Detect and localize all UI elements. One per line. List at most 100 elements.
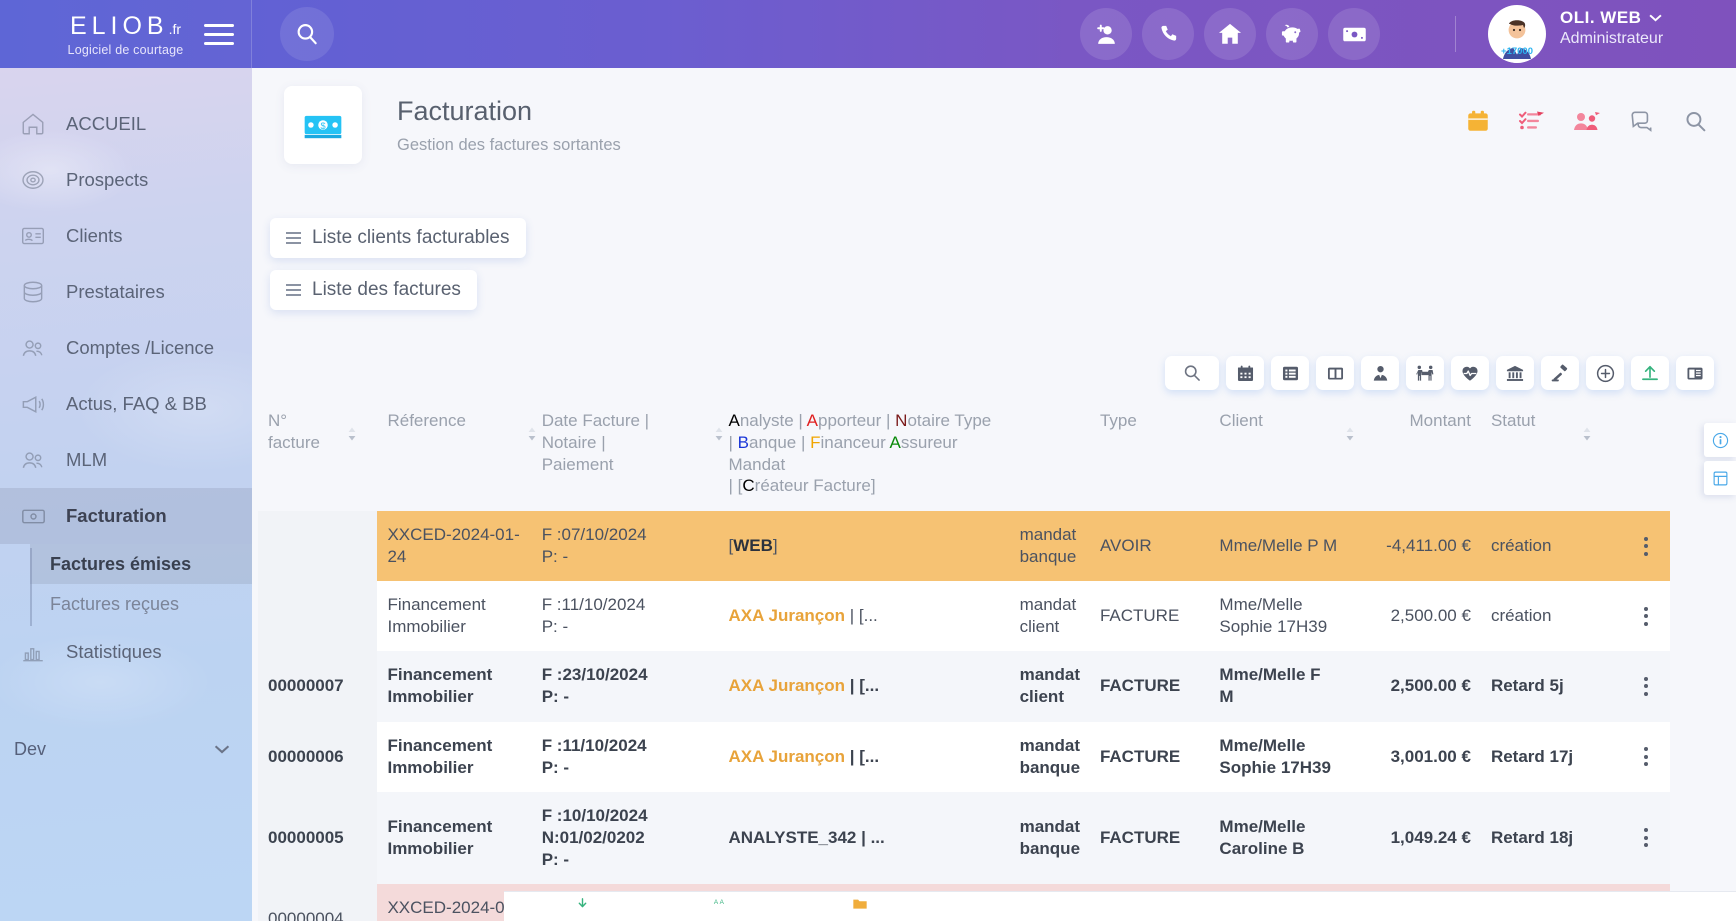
add-circle-icon[interactable] xyxy=(1586,356,1624,390)
cell-mandat: mandatbanque xyxy=(1019,735,1081,777)
svg-text:$: $ xyxy=(320,121,325,131)
search-icon[interactable] xyxy=(280,7,334,61)
sidebar-item-prestataires[interactable]: Prestataires xyxy=(0,264,252,320)
columns-view-icon[interactable] xyxy=(1316,356,1354,390)
table-row[interactable]: 00000007 Financement Immobilier F :23/10/2… xyxy=(258,651,1670,722)
table-row[interactable]: 00000006 Financement Immobilier F :11/10/2… xyxy=(258,721,1670,792)
sidebar-item-label: Actus, FAQ & BB xyxy=(66,393,207,414)
kebab-menu-icon[interactable] xyxy=(1632,828,1660,848)
cell-roles: ANALYSTE_342 | ... xyxy=(728,827,885,847)
cell-roles: AXA Jurançon | [... xyxy=(728,606,878,626)
svg-text:A: A xyxy=(714,898,719,905)
sidebar: ACCUEIL Prospects Clients Prestataires C… xyxy=(0,68,252,921)
sort-icon[interactable] xyxy=(1581,426,1593,442)
sidebar-item-label: MLM xyxy=(66,449,108,470)
kebab-menu-icon[interactable] xyxy=(1632,747,1660,767)
chevron-down-icon xyxy=(214,745,230,753)
agent-icon[interactable] xyxy=(1361,356,1399,390)
sort-icon[interactable] xyxy=(346,426,358,442)
money-bill-icon[interactable] xyxy=(1328,8,1380,60)
sidebar-item-label: Prestataires xyxy=(66,281,165,302)
user-menu[interactable]: OLI. WEB Administrateur xyxy=(1560,8,1663,48)
row-menu-button[interactable] xyxy=(1622,581,1670,651)
sort-icon[interactable] xyxy=(713,426,725,442)
col-header-client[interactable]: Client xyxy=(1209,404,1348,511)
sidebar-item-label: Comptes /Licence xyxy=(66,337,215,358)
sidebar-item-comptes-licence[interactable]: Comptes /Licence xyxy=(0,320,252,376)
sort-icon[interactable] xyxy=(526,426,538,442)
col-header-label: Statut xyxy=(1490,411,1536,430)
checklist-pink-icon[interactable] xyxy=(1518,108,1546,134)
hamburger-menu-icon[interactable] xyxy=(196,0,242,68)
cell-montant: 3,001.00 € xyxy=(1390,746,1471,766)
sidebar-item-statistiques[interactable]: Statistiques xyxy=(0,624,252,680)
list-view-icon[interactable] xyxy=(1271,356,1309,390)
export-card-icon[interactable] xyxy=(1676,356,1714,390)
calendar-icon[interactable] xyxy=(1226,356,1264,390)
download-icon[interactable] xyxy=(574,896,591,918)
search-icon[interactable] xyxy=(1683,109,1708,134)
avatar[interactable]: +17000 xyxy=(1488,5,1546,63)
heart-pulse-icon[interactable] xyxy=(1451,356,1489,390)
sidebar-item-accueil[interactable]: ACCUEIL xyxy=(0,96,252,152)
sidebar-item-clients[interactable]: Clients xyxy=(0,208,252,264)
sidebar-item-mlm[interactable]: MLM xyxy=(0,432,252,488)
col-header-roles[interactable]: Analyste | Apporteur | Notaire Type | Ba… xyxy=(715,404,1010,511)
sidebar-item-prospects[interactable]: Prospects xyxy=(0,152,252,208)
cell-montant: 2,500.00 € xyxy=(1390,676,1471,696)
header-divider xyxy=(1455,16,1456,52)
upload-icon[interactable] xyxy=(1631,356,1669,390)
col-header-label: Client xyxy=(1219,411,1263,430)
gavel-icon[interactable] xyxy=(1541,356,1579,390)
sort-icon[interactable] xyxy=(1344,426,1356,442)
subnav-rail xyxy=(30,548,32,626)
row-menu-button[interactable] xyxy=(1622,651,1670,721)
id-card-icon xyxy=(18,223,48,249)
col-header-statut[interactable]: Statut xyxy=(1481,404,1622,511)
calendar-orange-icon[interactable] xyxy=(1465,108,1491,134)
table-row[interactable]: XXCED-2024-01-24 F :07/10/2024 P: - [WEB] ma… xyxy=(258,511,1670,582)
row-menu-button[interactable] xyxy=(1622,511,1670,581)
table-row[interactable]: 00000005 Financement Immobilier F :10/10/2… xyxy=(258,791,1670,885)
sidebar-subitem-factures-recues[interactable]: Factures reçues xyxy=(30,584,252,624)
row-menu-button[interactable] xyxy=(1622,792,1670,884)
col-header-reference[interactable]: Réference xyxy=(377,404,531,511)
sidebar-item-dev[interactable]: Dev xyxy=(0,725,252,773)
chat-bubbles-icon[interactable] xyxy=(1628,108,1656,134)
sidebar-item-facturation[interactable]: Facturation xyxy=(0,488,252,544)
row-menu-button[interactable] xyxy=(1622,722,1670,792)
invoices-table: N° facture Réference Date Facture | Notair… xyxy=(258,404,1670,921)
col-header-montant[interactable]: Montant xyxy=(1347,404,1481,511)
cell-statut: Retard 17j xyxy=(1490,746,1574,766)
page-subtitle: Gestion des factures sortantes xyxy=(397,136,621,154)
sidebar-subitem-factures-emises[interactable]: Factures émises xyxy=(30,544,252,584)
phone-icon[interactable] xyxy=(1142,8,1194,60)
sort-az-icon[interactable]: AA xyxy=(711,896,731,918)
handshake-people-icon[interactable] xyxy=(1406,356,1444,390)
brand-name-text: ELIOB xyxy=(69,11,169,40)
table-row[interactable]: Financement Immobilier F :11/10/2024 P: - A… xyxy=(258,581,1670,652)
kebab-menu-icon[interactable] xyxy=(1632,606,1660,626)
sidebar-item-actus-faq-bb[interactable]: Actus, FAQ & BB xyxy=(0,376,252,432)
folder-icon[interactable] xyxy=(851,896,869,917)
cell-dates: F :11/10/2024 P: - xyxy=(541,735,647,777)
search-icon[interactable] xyxy=(1165,356,1219,390)
home-icon[interactable] xyxy=(1204,8,1256,60)
kebab-menu-icon[interactable] xyxy=(1632,676,1660,696)
info-icon[interactable] xyxy=(1704,423,1736,457)
piggy-bank-icon[interactable] xyxy=(1266,8,1318,60)
cell-reference: Financement Immobilier xyxy=(387,595,486,637)
kebab-menu-icon[interactable] xyxy=(1632,536,1660,556)
tab-liste-clients-facturables[interactable]: Liste clients facturables xyxy=(270,218,526,258)
col-header-label: Réference xyxy=(387,411,466,430)
team-pink-icon[interactable] xyxy=(1573,108,1601,134)
bank-icon[interactable] xyxy=(1496,356,1534,390)
col-header-dates[interactable]: Date Facture | Notaire | Paiement xyxy=(528,404,719,511)
add-user-icon[interactable] xyxy=(1080,8,1132,60)
col-header-type[interactable]: Type xyxy=(1090,404,1209,511)
grid-icon[interactable] xyxy=(1704,461,1736,495)
cell-statut: création xyxy=(1490,536,1552,556)
col-header-num[interactable]: N° facture xyxy=(258,404,377,511)
tab-liste-des-factures[interactable]: Liste des factures xyxy=(270,270,477,310)
sidebar-item-label: Facturation xyxy=(66,505,167,526)
